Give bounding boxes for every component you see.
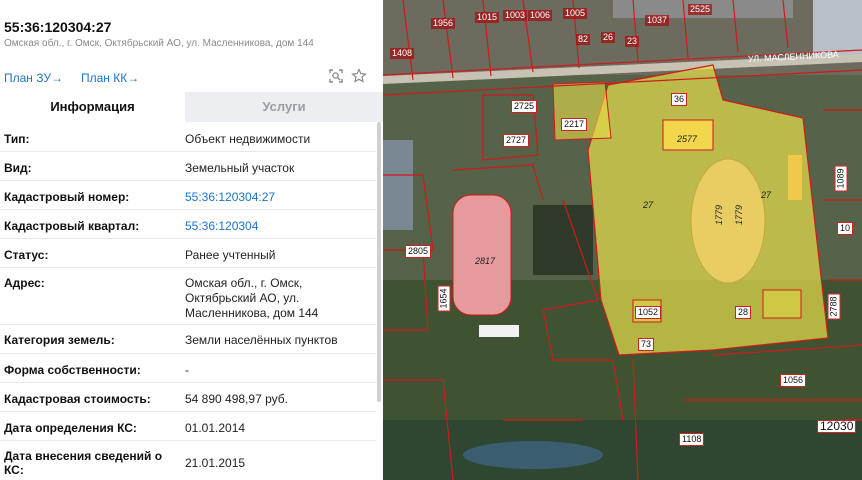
cadastral-number-link[interactable]: 55:36:120304:27 [185,190,275,204]
parcel-label: 73 [638,338,655,351]
parcel-label: 1089 [834,165,848,192]
field-value: Ранее учтенный [185,248,276,262]
table-row: Статус: Ранее учтенный [0,239,376,268]
header-address: Омская обл., г. Омск, Октябрьский АО, ул… [4,38,314,49]
field-key: Дата внесения сведений о КС: [4,449,163,477]
field-key: Адрес: [4,276,45,290]
satellite-map[interactable]: УЛ. МАСЛЕННИКОВА 1408 1956 1015 1003 100… [383,0,862,480]
parcel-label: 1006 [528,10,553,21]
table-row: Дата внесения сведений о КС: 21.01.2015 [0,441,376,480]
zoom-to-object-icon[interactable] [328,68,344,84]
parcel-label: 27 [761,190,772,200]
parcel-label: 1779 [734,204,745,226]
plan-kk-label: План КК [81,71,128,85]
field-value: Земельный участок [185,161,295,175]
table-row: Кадастровый номер: 55:36:120304:27 [0,181,376,210]
parcel-label: 1956 [431,18,456,29]
field-key: Тип: [4,132,30,146]
field-value: - [185,363,189,377]
parcel-label: 1003 [503,10,528,21]
parcel-label: 2525 [688,4,713,15]
star-favorite-icon[interactable] [351,68,367,84]
tab-services[interactable]: Услуги [185,92,383,122]
table-row: Тип: Объект недвижимости [0,123,376,152]
cadastral-title: 55:36:120304:27 [4,19,112,35]
parcel-label: 26 [601,32,616,43]
parcel-label: 2805 [405,245,432,258]
parcel-label: 2577 [677,134,698,144]
tab-info[interactable]: Информация [0,92,185,122]
info-panel: 55:36:120304:27 Омская обл., г. Омск, Ок… [0,0,383,480]
info-table: Тип: Объект недвижимости Вид: Земельный … [0,123,376,480]
field-value: Объект недвижимости [185,132,311,146]
table-row: Форма собственности: - [0,354,376,383]
parcel-label: 12030 [817,420,857,433]
parcel-label: 82 [576,34,591,45]
map-canvas: УЛ. МАСЛЕННИКОВА [383,0,862,480]
parcel-label: 1037 [645,15,670,26]
field-key: Дата определения КС: [4,421,137,435]
field-key: Вид: [4,161,32,175]
field-value: Земли населённых пунктов [185,333,338,347]
parcel-label: 27 [643,200,654,210]
parcel-label: 2217 [561,118,588,131]
field-value: Омская обл., г. Омск, Октябрьский АО, ул… [185,276,319,320]
parcel-label: 1005 [563,8,588,19]
plan-kk-link[interactable]: План КК→ [81,71,139,85]
field-key: Кадастровый номер: [4,190,130,204]
arrow-right-icon: → [127,71,140,85]
table-row: Адрес: Омская обл., г. Омск, Октябрьский… [0,268,376,325]
stadium-label: 2817 [475,256,496,266]
parcel-label: 2727 [503,134,530,147]
table-row: Категория земель: Земли населённых пункт… [0,325,376,354]
parcel-label: 2725 [511,100,538,113]
field-key: Категория земель: [4,333,115,347]
parcel-label: 1015 [475,12,500,23]
field-key: Кадастровый квартал: [4,219,140,233]
parcel-label: 1052 [635,306,662,319]
field-value: 54 890 498,97 руб. [185,392,288,406]
field-value: 01.01.2014 [185,421,246,435]
parcel-label: 1056 [780,374,807,387]
parcel-label: 36 [671,93,688,106]
parcel-label: 2788 [827,293,841,320]
tab-bar: Информация Услуги [0,92,383,122]
plan-zu-link[interactable]: План ЗУ→ [4,71,63,85]
field-value: 21.01.2015 [185,456,246,470]
stadium-2817 [452,194,512,316]
parcel-label: 1654 [437,285,451,312]
parcel-label: 1779 [714,204,725,226]
field-key: Статус: [4,248,49,262]
table-row: Кадастровая стоимость: 54 890 498,97 руб… [0,383,376,412]
field-key: Кадастровая стоимость: [4,392,151,406]
cadastral-quarter-link[interactable]: 55:36:120304 [185,219,258,233]
parcel-label: 1408 [390,48,415,59]
parcel-label: 1108 [679,433,705,446]
table-row: Дата определения КС: 01.01.2014 [0,412,376,441]
stadium-track [690,158,766,284]
plan-zu-label: План ЗУ [4,71,51,85]
arrow-right-icon: → [51,71,63,85]
table-row: Кадастровый квартал: 55:36:120304 [0,210,376,239]
field-key: Форма собственности: [4,363,141,377]
parcel-label: 23 [625,36,640,47]
parcel-label: 10 [837,222,854,235]
panel-scrollbar[interactable] [377,122,381,402]
table-row: Вид: Земельный участок [0,152,376,181]
parcel-label: 28 [735,306,752,319]
